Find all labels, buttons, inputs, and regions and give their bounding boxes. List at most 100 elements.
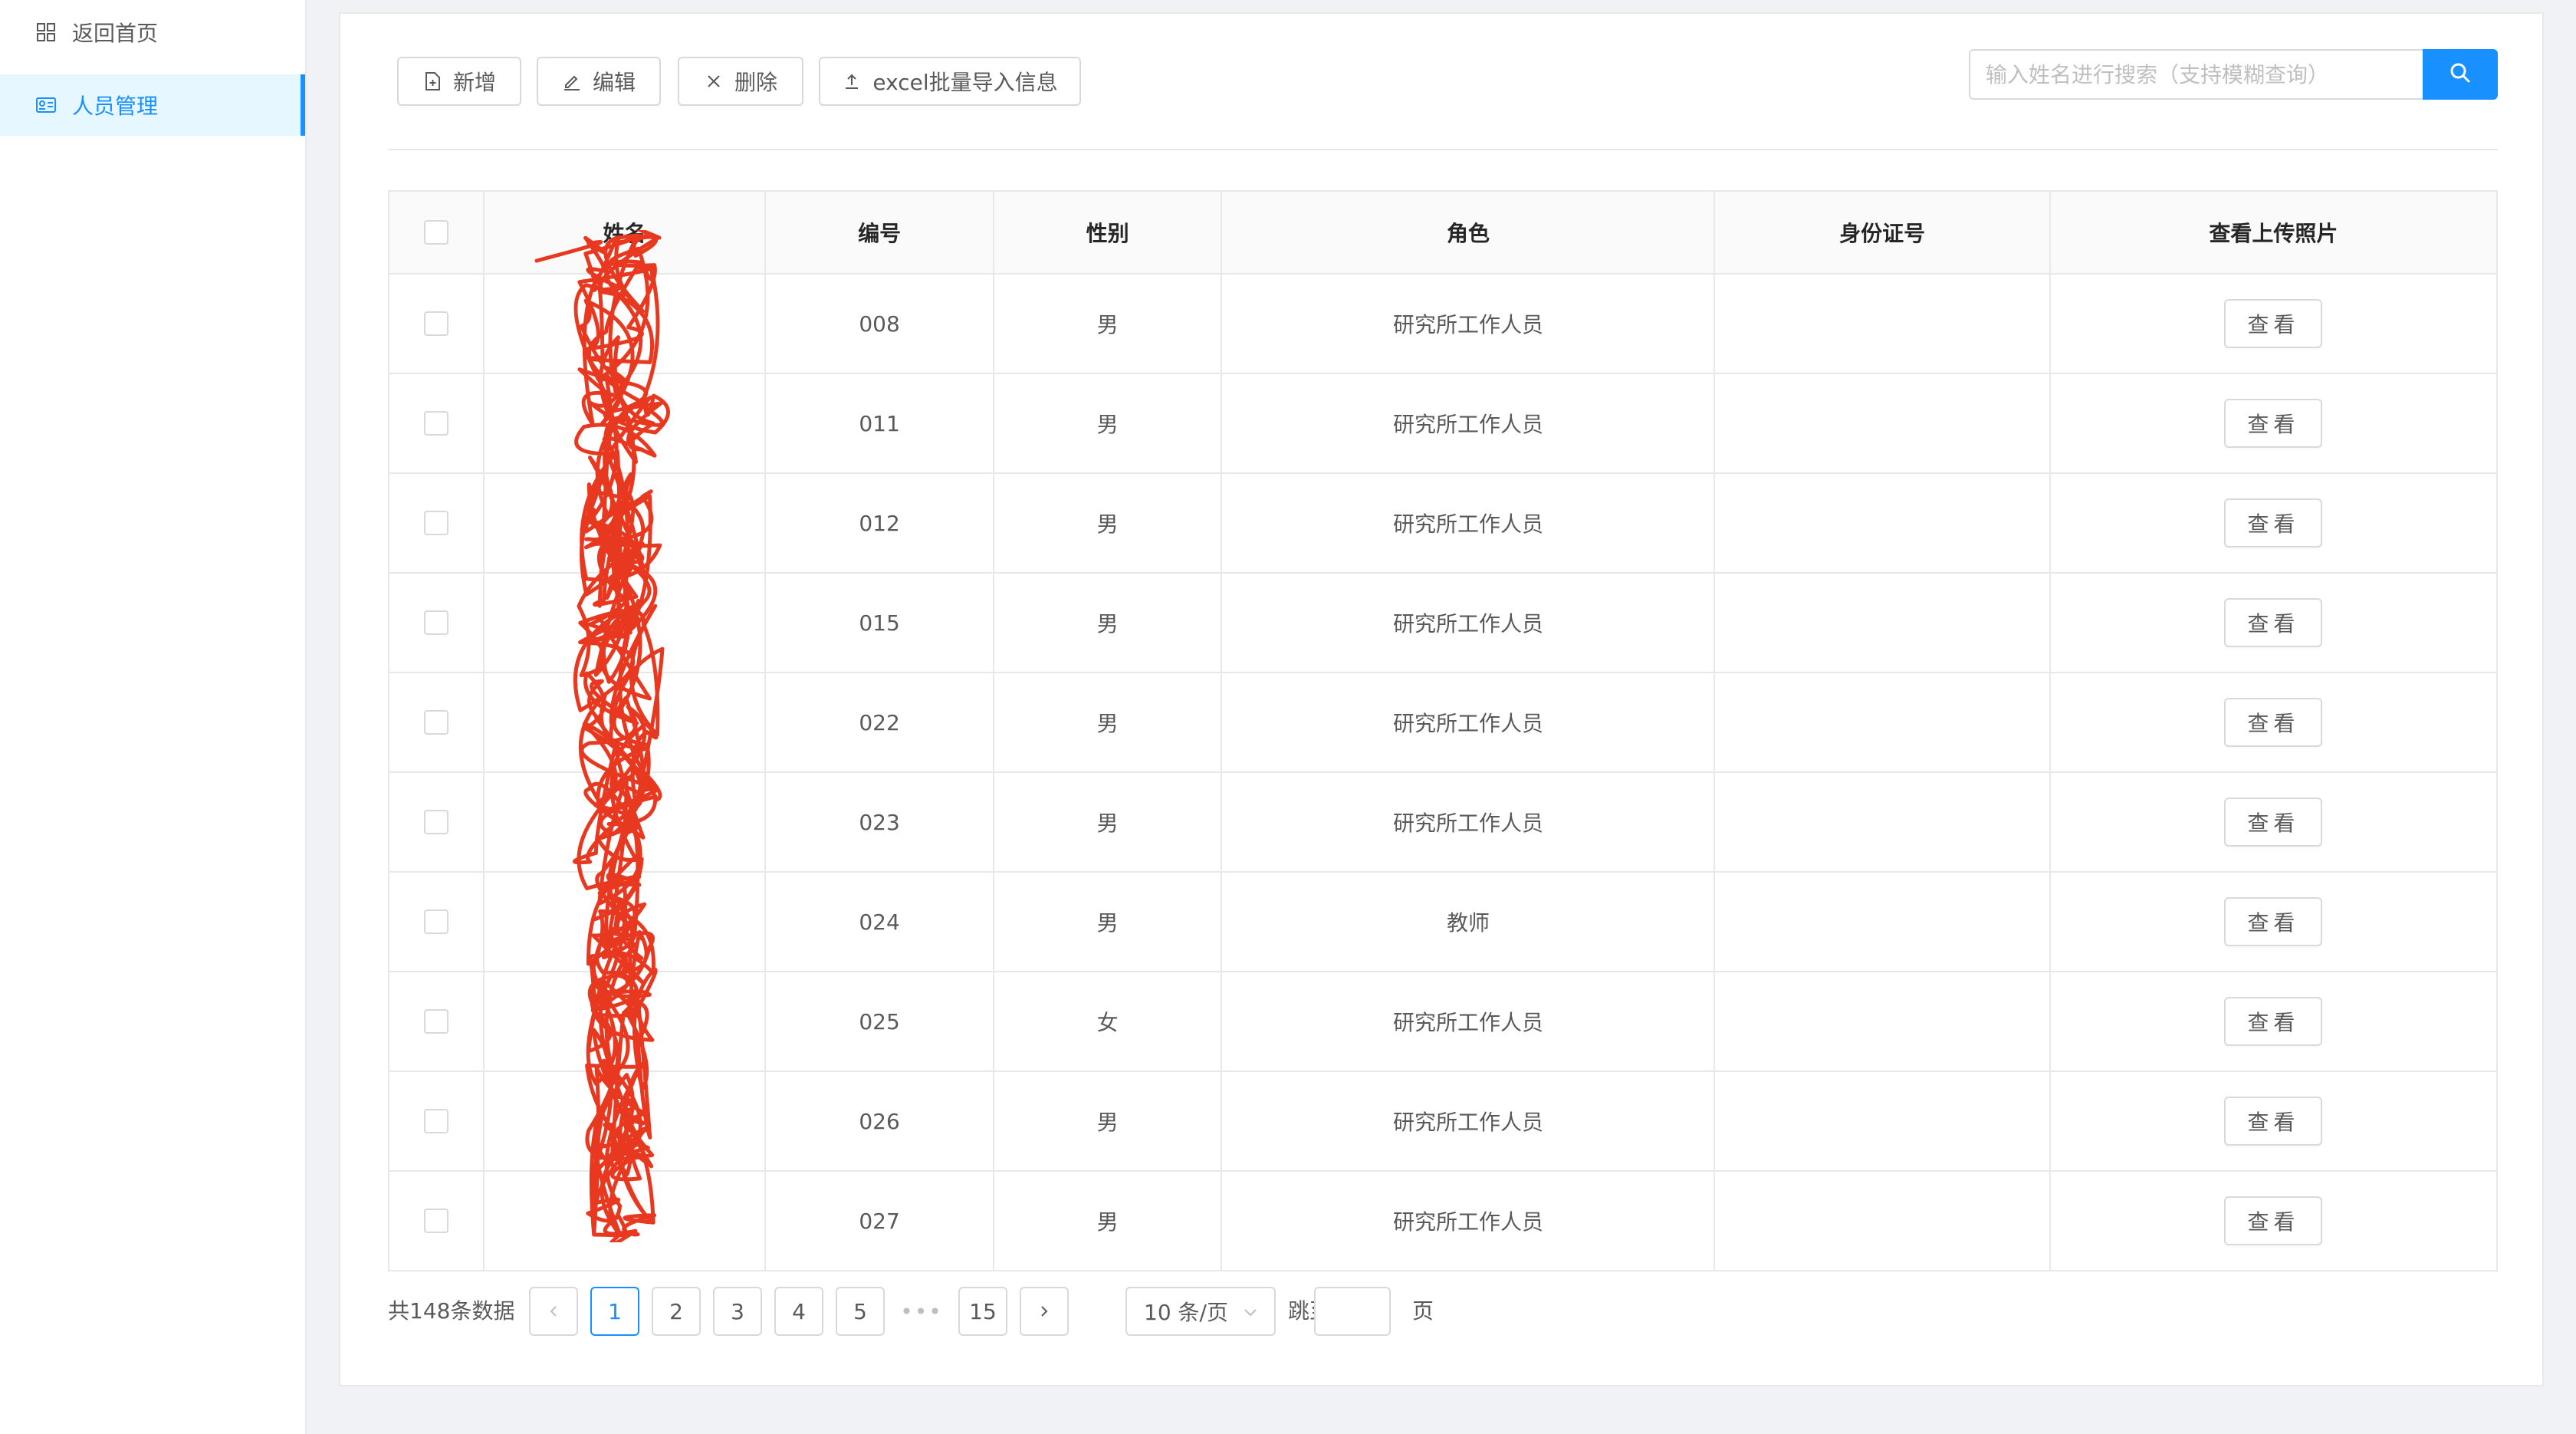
row-checkbox[interactable]: [423, 909, 449, 934]
row-select-cell: [389, 873, 485, 971]
view-photo-button[interactable]: 查看: [2224, 299, 2323, 348]
cell-id-card: [1715, 275, 2051, 373]
view-photo-button[interactable]: 查看: [2224, 798, 2323, 847]
page-last[interactable]: 15: [958, 1287, 1007, 1336]
cell-id-card: [1715, 873, 2051, 971]
page-4[interactable]: 4: [774, 1287, 823, 1336]
row-select-cell: [389, 1072, 485, 1170]
page-5[interactable]: 5: [836, 1287, 885, 1336]
view-photo-button[interactable]: 查看: [2224, 399, 2323, 448]
close-icon: [704, 71, 724, 91]
search-button[interactable]: [2423, 49, 2498, 100]
row-select-cell: [389, 574, 485, 672]
page-1[interactable]: 1: [590, 1287, 639, 1336]
upload-icon: [842, 71, 862, 91]
row-checkbox[interactable]: [423, 710, 449, 735]
cell-id: 022: [766, 673, 994, 771]
row-checkbox[interactable]: [423, 610, 449, 635]
table-row: 022 男研究所工作人员 查看: [389, 673, 2496, 773]
sidebar-item-label: 返回首页: [72, 21, 159, 46]
row-checkbox[interactable]: [423, 1109, 449, 1133]
add-button[interactable]: 新增: [397, 57, 521, 106]
cell-id: 015: [766, 574, 994, 672]
cell-role: 研究所工作人员: [1222, 673, 1716, 771]
view-photo-button[interactable]: 查看: [2224, 1196, 2323, 1245]
row-checkbox[interactable]: [423, 1009, 449, 1034]
cell-name: [485, 1172, 767, 1270]
table-header-row: 姓名 编号 性别 角色 身份证号 查看上传照片: [389, 192, 2496, 275]
cell-gender: 女: [994, 972, 1223, 1071]
cell-view-photo: 查看: [2051, 773, 2496, 871]
sidebar: 返回首页 人员管理: [0, 0, 307, 1434]
cell-name: [485, 1072, 767, 1170]
page-ellipsis[interactable]: •••: [897, 1287, 946, 1336]
page-2[interactable]: 2: [652, 1287, 701, 1336]
content-card: 新增 编辑 删除 excel批量导入信息 输入姓名进行搜索（支持模糊查询） 姓名…: [339, 12, 2544, 1386]
table-row: 012 男研究所工作人员 查看: [389, 474, 2496, 574]
view-photo-button[interactable]: 查看: [2224, 698, 2323, 747]
view-photo-button[interactable]: 查看: [2224, 997, 2323, 1046]
table-row: 023 男研究所工作人员 查看: [389, 773, 2496, 873]
cell-name: [485, 474, 767, 572]
search-box: [1969, 49, 2498, 100]
cell-name: [485, 574, 767, 672]
sidebar-item-home[interactable]: 返回首页: [0, 2, 305, 63]
cell-role: 研究所工作人员: [1222, 474, 1716, 572]
view-photo-button[interactable]: 查看: [2224, 897, 2323, 946]
cell-id: 027: [766, 1172, 994, 1270]
cell-role: 教师: [1222, 873, 1716, 971]
cell-id: 011: [766, 374, 994, 472]
row-checkbox[interactable]: [423, 411, 449, 436]
prev-page-button[interactable]: [529, 1287, 578, 1336]
cell-role: 研究所工作人员: [1222, 1172, 1716, 1270]
header-role: 角色: [1222, 192, 1716, 273]
cell-id: 025: [766, 972, 994, 1071]
cell-id-card: [1715, 673, 2051, 771]
row-checkbox[interactable]: [423, 311, 449, 336]
cell-view-photo: 查看: [2051, 574, 2496, 672]
cell-gender: 男: [994, 474, 1223, 572]
table-row: 026 男研究所工作人员 查看: [389, 1072, 2496, 1172]
cell-role: 研究所工作人员: [1222, 1072, 1716, 1170]
cell-name: [485, 374, 767, 472]
table-row: 027 男研究所工作人员 查看: [389, 1172, 2496, 1271]
cell-id: 012: [766, 474, 994, 572]
row-select-cell: [389, 474, 485, 572]
cell-id-card: [1715, 773, 2051, 871]
header-id-card: 身份证号: [1715, 192, 2051, 273]
jump-page-input[interactable]: [1314, 1287, 1391, 1336]
cell-id-card: [1715, 1172, 2051, 1270]
row-checkbox[interactable]: [423, 810, 449, 834]
cell-name: [485, 972, 767, 1071]
select-all-checkbox[interactable]: [423, 220, 449, 245]
cell-role: 研究所工作人员: [1222, 773, 1716, 871]
row-checkbox[interactable]: [423, 511, 449, 535]
page-size-select[interactable]: 10 条/页: [1125, 1287, 1276, 1336]
cell-view-photo: 查看: [2051, 1172, 2496, 1270]
view-photo-button[interactable]: 查看: [2224, 598, 2323, 647]
row-checkbox[interactable]: [423, 1209, 449, 1233]
cell-gender: 男: [994, 574, 1223, 672]
delete-button[interactable]: 删除: [678, 57, 803, 106]
toolbar-divider: [388, 149, 2498, 150]
cell-gender: 男: [994, 673, 1223, 771]
jump-suffix: 页: [1412, 1298, 1434, 1324]
next-page-button[interactable]: [1020, 1287, 1069, 1336]
view-photo-button[interactable]: 查看: [2224, 1097, 2323, 1146]
view-photo-button[interactable]: 查看: [2224, 498, 2323, 548]
chevron-right-icon: [1037, 1299, 1052, 1324]
row-select-cell: [389, 673, 485, 771]
search-input[interactable]: [1969, 49, 2423, 100]
row-select-cell: [389, 1172, 485, 1270]
page-3[interactable]: 3: [713, 1287, 762, 1336]
cell-id-card: [1715, 374, 2051, 472]
table-row: 015 男研究所工作人员 查看: [389, 574, 2496, 673]
row-select-cell: [389, 374, 485, 472]
sidebar-item-personnel[interactable]: 人员管理: [0, 74, 305, 136]
cell-view-photo: 查看: [2051, 1072, 2496, 1170]
header-select-cell: [389, 192, 485, 273]
sidebar-item-label: 人员管理: [72, 94, 159, 119]
excel-import-button[interactable]: excel批量导入信息: [819, 57, 1081, 106]
edit-button[interactable]: 编辑: [537, 57, 661, 106]
id-card-icon: [35, 94, 57, 116]
